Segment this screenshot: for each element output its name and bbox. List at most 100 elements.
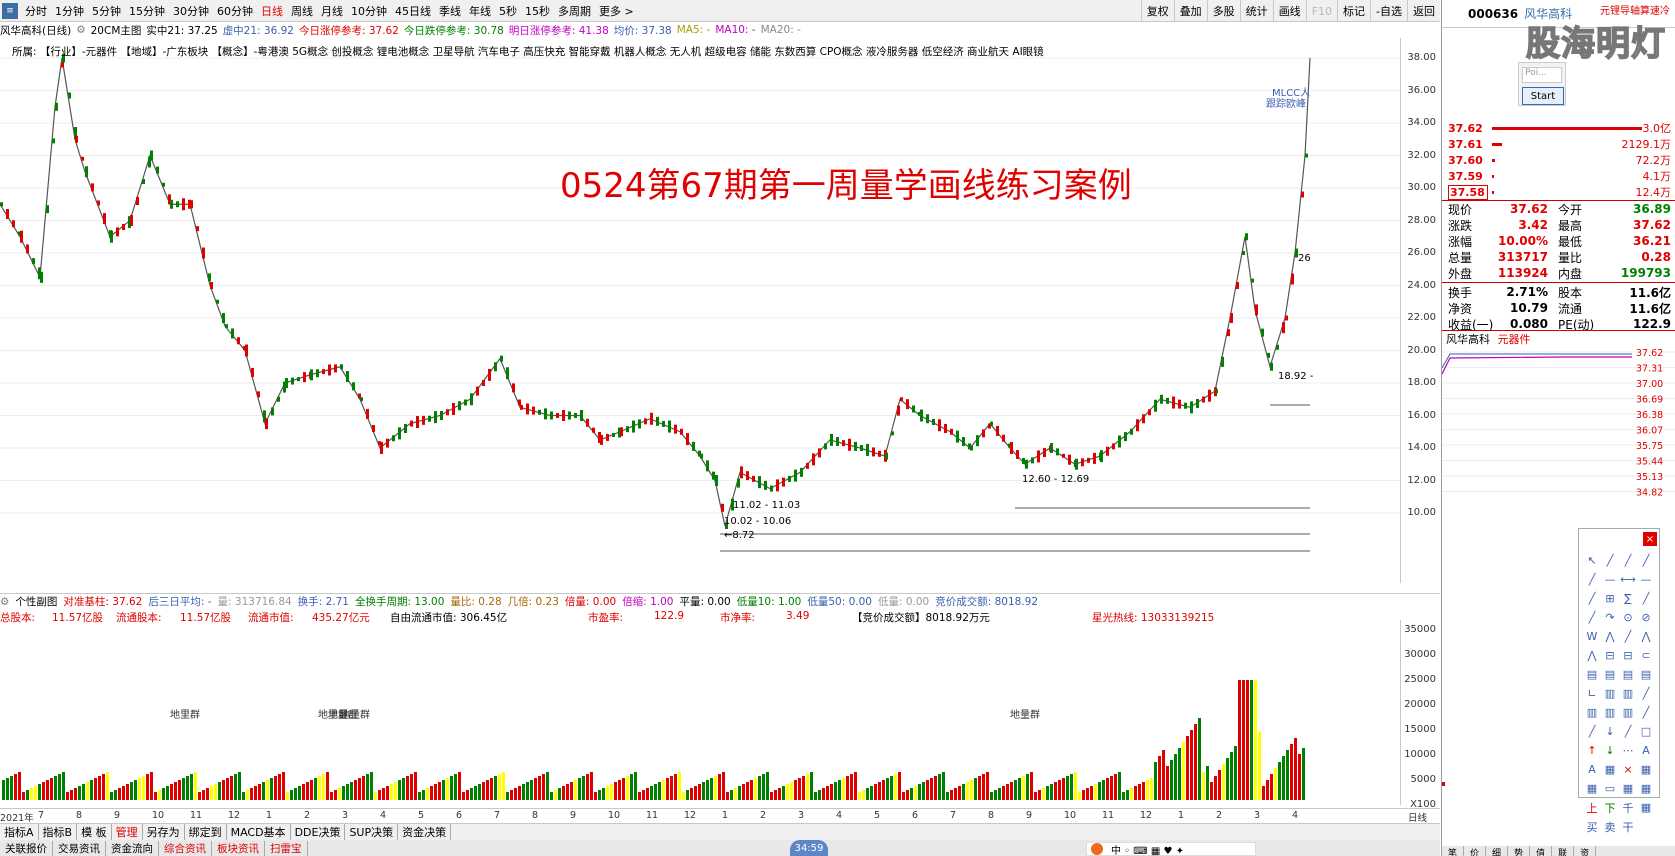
panel-tab-5[interactable]: 联 [1552,846,1575,856]
drawing-tool-icon[interactable]: W [1583,627,1601,646]
drawing-tool-icon[interactable]: ▤ [1583,665,1601,684]
drawing-tool-icon[interactable]: ╱ [1637,684,1655,703]
period-15min[interactable]: 15分钟 [125,3,169,19]
panel-tab-0[interactable]: 笔 [1442,846,1465,856]
panel-tab-1[interactable]: 价 [1464,846,1487,856]
drawing-tool-icon[interactable]: ⋀ [1637,627,1655,646]
fuquan-button[interactable]: 复权 [1140,0,1174,21]
indicator-tab-9[interactable]: 资金决策 [398,824,452,840]
drawing-tool-icon[interactable]: ╱ [1619,722,1637,741]
indicator-tab-0[interactable]: 指标A [0,824,39,840]
drawing-tool-icon[interactable]: ▥ [1601,703,1619,722]
drawing-tool-icon[interactable]: ∑ [1619,589,1637,608]
indicator-tab-6[interactable]: MACD基本 [227,824,291,840]
drawing-tool-icon[interactable]: ↑ [1583,741,1601,760]
indicator-tab-8[interactable]: SUP决策 [345,824,399,840]
drawing-tool-icon[interactable]: ↓ [1601,741,1619,760]
drawing-tool-icon[interactable]: — [1637,570,1655,589]
drawing-tool-icon[interactable]: ╱ [1601,551,1619,570]
period-more[interactable]: 更多 > [595,3,638,19]
period-multi[interactable]: 多周期 [554,3,595,19]
info-tab-2[interactable]: 资金流向 [106,840,159,856]
drawing-tool-icon[interactable]: ↓ [1601,722,1619,741]
drawing-tool-icon[interactable]: ╱ [1637,703,1655,722]
drawing-tool-icon[interactable]: ▦ [1637,779,1655,798]
drawing-tool-icon[interactable]: ⟷ [1619,570,1637,589]
info-tab-4[interactable]: 板块资讯 [212,840,265,856]
period-monthly[interactable]: 月线 [317,3,347,19]
period-year[interactable]: 年线 [465,3,495,19]
info-tab-1[interactable]: 交易资讯 [53,840,106,856]
indicator-tab-4[interactable]: 另存为 [143,824,185,840]
drawing-tool-icon[interactable]: ╱ [1583,608,1601,627]
drawing-tool-icon[interactable]: ↷ [1601,608,1619,627]
panel-tab-4[interactable]: 值 [1530,846,1553,856]
period-daily[interactable]: 日线 [257,3,287,19]
period-60min[interactable]: 60分钟 [213,3,257,19]
multi-stock-button[interactable]: 多股 [1206,0,1240,21]
drawing-tool-icon[interactable]: ▥ [1619,703,1637,722]
start-button[interactable]: Start [1522,87,1564,105]
drawing-tool-icon[interactable]: A [1583,760,1601,779]
drawing-tool-icon[interactable]: ╱ [1637,589,1655,608]
stats-button[interactable]: 统计 [1239,0,1273,21]
close-icon[interactable]: × [1643,532,1657,546]
gear-icon[interactable]: ⚙ [76,24,85,36]
settings-icon[interactable]: ⚙ [0,596,9,608]
period-weekly[interactable]: 周线 [287,3,317,19]
drawing-tool-icon[interactable]: ⊞ [1601,589,1619,608]
drawing-tool-icon[interactable]: ╱ [1637,551,1655,570]
drawing-tool-icon[interactable]: ╱ [1619,551,1637,570]
drawing-tool-icon[interactable]: ▦ [1601,760,1619,779]
info-tab-3[interactable]: 综合资讯 [159,840,212,856]
drawing-tool-icon[interactable]: ╱ [1619,627,1637,646]
drawing-tool-icon[interactable]: ⊙ [1619,608,1637,627]
drawing-tool-icon[interactable]: ⊂ [1637,646,1655,665]
sub-chart-name[interactable]: 个性副图 [15,594,57,609]
drawing-tool-icon[interactable]: ▭ [1601,779,1619,798]
info-tab-0[interactable]: 关联报价 [0,840,53,856]
drawing-tool-icon[interactable]: ⊟ [1619,646,1637,665]
drawing-tool-icon[interactable] [1637,817,1655,836]
drawing-tool-icon[interactable]: ▥ [1619,684,1637,703]
panel-tab-6[interactable]: 资 [1574,846,1597,856]
drawing-tool-icon[interactable]: ↖ [1583,551,1601,570]
drawing-tool-icon[interactable]: ▤ [1601,665,1619,684]
drawing-tool-icon[interactable]: ▦ [1637,760,1655,779]
popup-input[interactable]: Poi... [1522,67,1562,83]
overlay-button[interactable]: 叠加 [1173,0,1207,21]
drawing-tool-icon[interactable]: — [1601,570,1619,589]
input-method-bar[interactable]: 中 ◦ ⌨ ▦ ♥ ✦ [1086,842,1256,856]
panel-tab-2[interactable]: 细 [1486,846,1509,856]
drawing-tool-icon[interactable]: 上 [1583,798,1601,817]
drawing-tool-icon[interactable]: ∟ [1583,684,1601,703]
period-15sec[interactable]: 15秒 [521,3,554,19]
mark-button[interactable]: 标记 [1337,0,1370,21]
drawing-tool-icon[interactable]: ▦ [1583,779,1601,798]
drawing-tool-icon[interactable]: ⋯ [1619,741,1637,760]
indicator-tab-1[interactable]: 指标B [39,824,78,840]
drawing-tool-icon[interactable]: 干 [1619,817,1637,836]
drawing-tool-icon[interactable]: ⋀ [1583,646,1601,665]
drawing-tool-icon[interactable]: ╱ [1583,570,1601,589]
drawing-tool-icon[interactable]: ▤ [1637,665,1655,684]
drawing-tool-icon[interactable]: ⊘ [1637,608,1655,627]
back-button[interactable]: 返回 [1407,0,1440,21]
indicator-tab-3[interactable]: 管理 [112,824,143,840]
period-5min[interactable]: 5分钟 [88,3,125,19]
drawing-tool-icon[interactable]: ▥ [1583,703,1601,722]
indicator-tab-2[interactable]: 模 板 [77,824,112,840]
drawing-tool-icon[interactable]: ▥ [1601,684,1619,703]
drawing-tool-icon[interactable]: 卖 [1601,817,1619,836]
volume-chart[interactable]: 地里群 地里群地量群地量群 地量群 [0,620,1400,805]
f10-button[interactable]: F10 [1305,0,1337,21]
drawing-tool-icon[interactable]: ╱ [1583,589,1601,608]
drawing-tool-icon[interactable]: 买 [1583,817,1601,836]
period-fenshi[interactable]: 分时 [21,3,51,19]
draw-line-button[interactable]: 画线 [1272,0,1306,21]
period-quarter[interactable]: 季线 [435,3,465,19]
watchlist-button[interactable]: -自选 [1370,0,1407,21]
period-45day[interactable]: 45日线 [391,3,435,19]
indicator-tab-5[interactable]: 绑定到 [185,824,227,840]
drawing-tool-icon[interactable]: ▤ [1619,665,1637,684]
